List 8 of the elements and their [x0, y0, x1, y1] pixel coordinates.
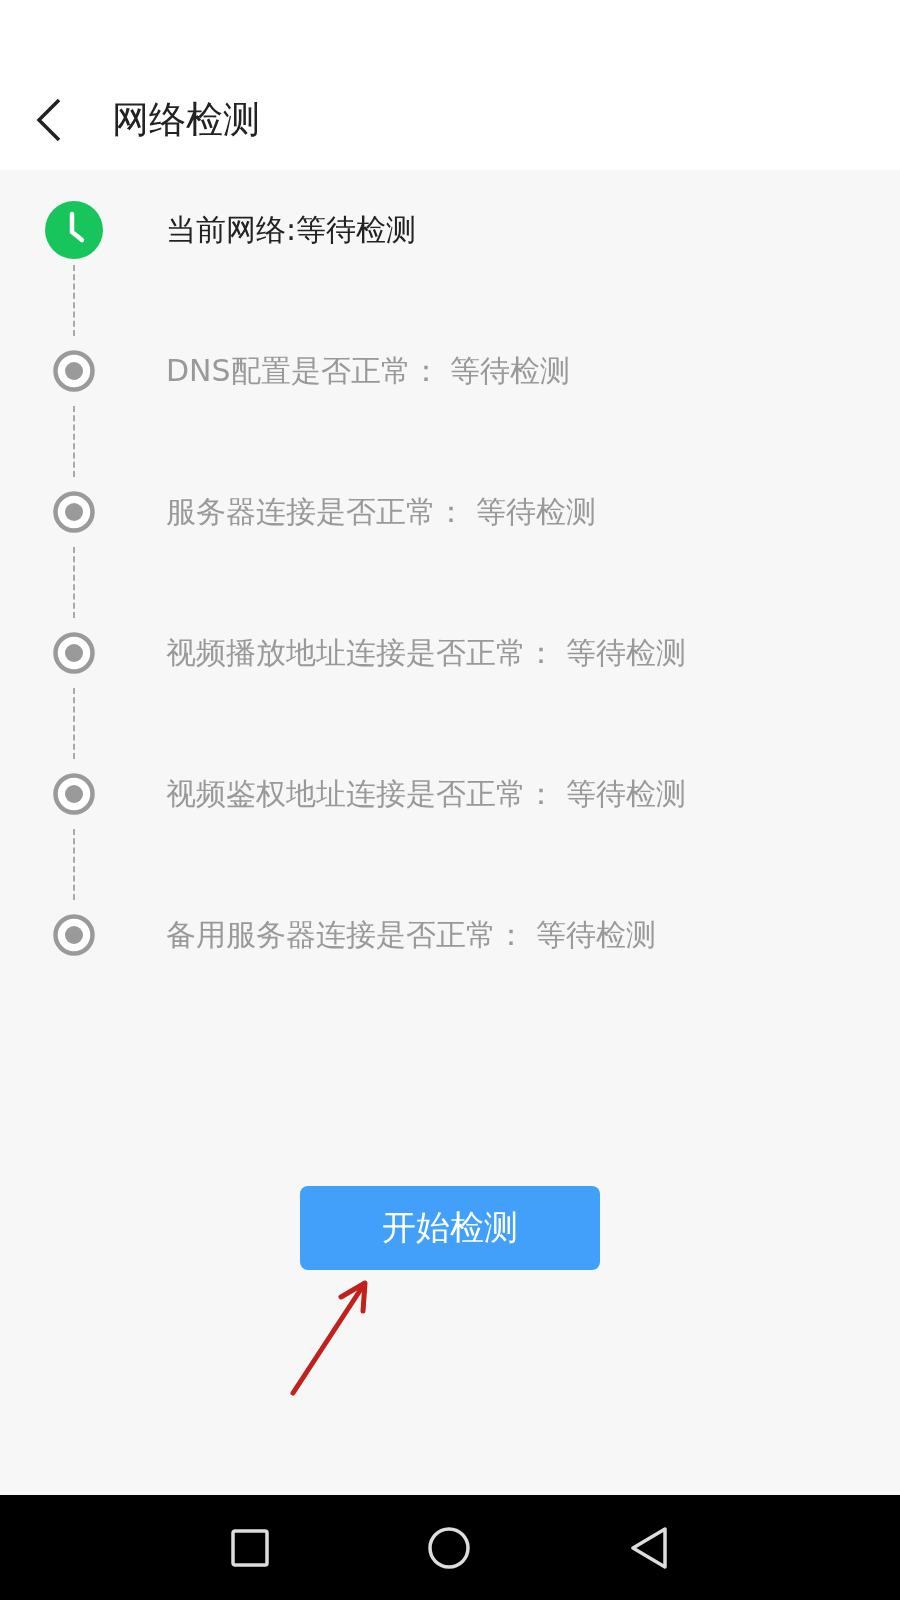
- step-label: DNS配置是否正常： 等待检测: [166, 352, 571, 390]
- step-label: 服务器连接是否正常： 等待检测: [166, 493, 596, 531]
- step-label: 当前网络:等待检测: [166, 211, 417, 249]
- step-label: 视频播放地址连接是否正常： 等待检测: [166, 634, 686, 672]
- step-label: 视频鉴权地址连接是否正常： 等待检测: [166, 775, 686, 813]
- page-title: 网络检测: [112, 97, 260, 143]
- step-label: 备用服务器连接是否正常： 等待检测: [166, 916, 656, 954]
- start-button[interactable]: 开始检测: [300, 1186, 600, 1270]
